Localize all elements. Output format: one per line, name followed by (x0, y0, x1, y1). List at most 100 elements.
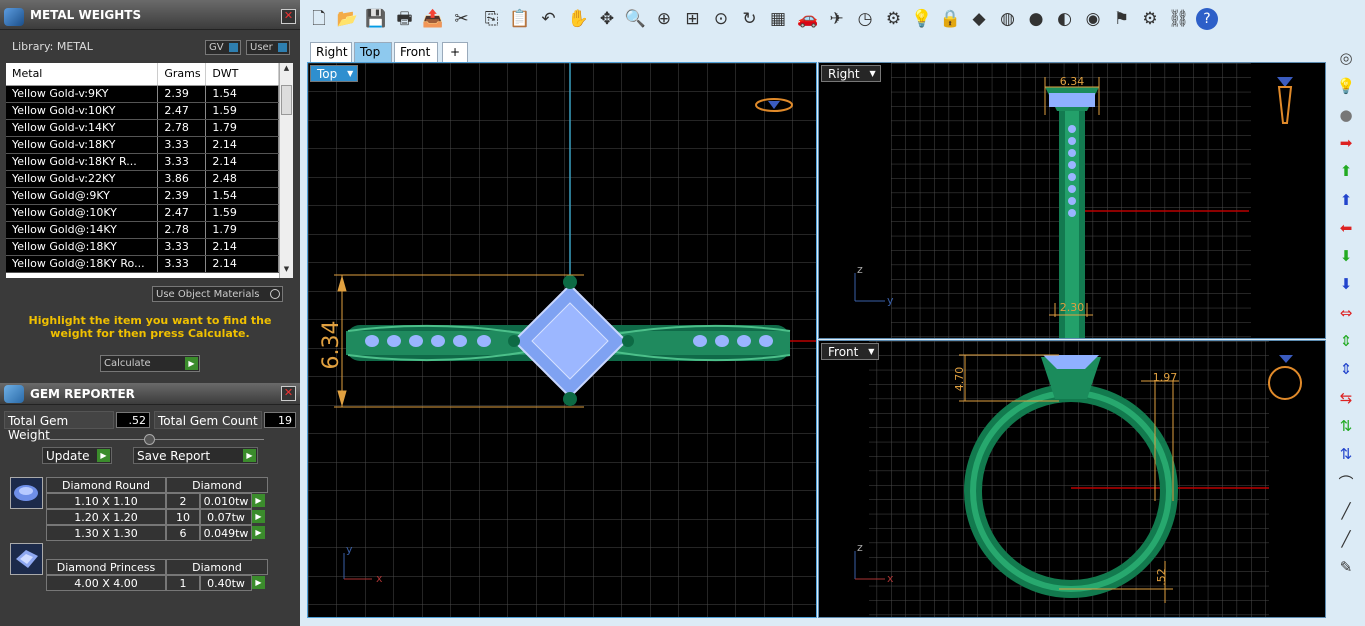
table-row[interactable]: Yellow Gold-v:18KY R... 3.33 2.14 (6, 153, 279, 171)
save-report-button[interactable]: Save Report ▶ (133, 447, 258, 464)
arrow-down-blue-icon[interactable]: ⬇ (1336, 274, 1356, 294)
tab-front[interactable]: Front (394, 42, 438, 62)
gv-toggle[interactable]: GV (205, 40, 241, 55)
gem-row[interactable]: 4.00 X 4.00 1 0.40tw ▶ (46, 575, 286, 591)
paste-icon[interactable]: 📋 (509, 8, 531, 30)
arrow-left-right-icon[interactable]: ⇔ (1336, 303, 1356, 323)
calculate-button[interactable]: Calculate ▶ (100, 355, 200, 372)
column-header-metal[interactable]: Metal (6, 63, 159, 86)
scroll-down-icon[interactable]: ▼ (281, 265, 292, 277)
play-icon[interactable]: ▶ (252, 494, 265, 507)
table-row[interactable]: Yellow Gold@:18KY Ro... 3.33 2.14 (6, 255, 279, 273)
chevron-down-icon[interactable]: ▼ (868, 69, 878, 79)
table-row[interactable]: Yellow Gold-v:18KY 3.33 2.14 (6, 136, 279, 154)
copy-icon[interactable]: ⎘ (481, 8, 503, 30)
zoom-selected-icon[interactable]: ⊙ (710, 8, 732, 30)
scroll-thumb[interactable] (281, 85, 292, 115)
car-icon[interactable]: 🚗 (797, 8, 819, 30)
rotate-view-icon[interactable]: ✥ (596, 8, 618, 30)
tab-right[interactable]: Right (310, 42, 352, 62)
lightbulb-icon[interactable]: 💡 (1336, 76, 1356, 96)
print-icon[interactable]: 🖶 (394, 8, 416, 30)
clock-icon[interactable]: ◷ (854, 8, 876, 30)
splitter-handle[interactable] (144, 434, 155, 445)
play-icon[interactable]: ▶ (252, 510, 265, 523)
viewport-right-label[interactable]: Right ▼ (821, 65, 881, 82)
help-icon[interactable]: ? (1196, 8, 1218, 30)
gem-row[interactable]: 1.30 X 1.30 6 0.049tw ▶ (46, 525, 286, 541)
update-button[interactable]: Update ▶ (42, 447, 112, 464)
segment-tool-icon[interactable]: ╱ (1336, 529, 1356, 549)
four-viewports-icon[interactable]: ▦ (767, 8, 789, 30)
open-icon[interactable]: 📂 (337, 8, 359, 30)
sphere-metal-icon[interactable]: ◐ (1054, 8, 1076, 30)
tab-top[interactable]: Top (354, 42, 392, 62)
sphere-icon[interactable]: ● (1336, 105, 1356, 125)
undo-icon[interactable]: ↶ (538, 8, 560, 30)
table-row[interactable]: Yellow Gold@:9KY 2.39 1.54 (6, 187, 279, 205)
zoom-window-icon[interactable]: ⊕ (653, 8, 675, 30)
arrow-down-icon[interactable]: ⬇ (1336, 246, 1356, 266)
sphere-shaded-icon[interactable]: ● (1025, 8, 1047, 30)
arrow-left-icon[interactable]: ⬅ (1336, 218, 1356, 238)
viewport-front[interactable]: Front ▼ 4.70 1.97 .52 z x (818, 340, 1326, 618)
plane-icon[interactable]: ✈ (826, 8, 848, 30)
sphere-blue-icon[interactable]: ◉ (1082, 8, 1104, 30)
play-icon[interactable]: ▶ (252, 526, 265, 539)
viewport-top-label[interactable]: Top ▼ (310, 65, 359, 82)
close-icon[interactable]: ✕ (281, 9, 296, 24)
new-icon[interactable]: 🗋 (308, 8, 330, 30)
table-row[interactable]: Yellow Gold-v:22KY 3.86 2.48 (6, 170, 279, 188)
scroll-up-icon[interactable]: ▲ (281, 64, 292, 76)
arrow-right-icon[interactable]: ➡ (1336, 133, 1356, 153)
table-row[interactable]: Yellow Gold-v:14KY 2.78 1.79 (6, 119, 279, 137)
table-row[interactable]: Yellow Gold@:10KY 2.47 1.59 (6, 204, 279, 222)
zoom-icon[interactable]: 🔍 (625, 8, 647, 30)
table-row[interactable]: Yellow Gold@:14KY 2.78 1.79 (6, 221, 279, 239)
tab-add[interactable]: + (442, 42, 468, 62)
line-tool-icon[interactable]: ╱ (1336, 501, 1356, 521)
lock-icon[interactable]: 🔒 (940, 8, 962, 30)
gem-row[interactable]: 1.20 X 1.20 10 0.07tw ▶ (46, 509, 286, 525)
eraser-icon[interactable]: ✎ (1336, 557, 1356, 577)
table-row[interactable]: Yellow Gold-v:10KY 2.47 1.59 (6, 102, 279, 120)
column-header-dwt[interactable]: DWT (205, 63, 279, 86)
curve-tool-icon[interactable]: ⌒ (1336, 473, 1356, 493)
color-wheel-icon[interactable]: ◍ (997, 8, 1019, 30)
network-icon[interactable]: ⛓ (1168, 8, 1190, 30)
table-row[interactable]: Yellow Gold-v:9KY 2.39 1.54 (6, 85, 279, 103)
arrows-vertical-in-icon[interactable]: ⇅ (1336, 416, 1356, 436)
zoom-dynamic-icon[interactable]: ↻ (739, 8, 761, 30)
metal-table-scrollbar[interactable]: ▲ ▼ (279, 63, 293, 278)
zoom-extents-icon[interactable]: ⊞ (682, 8, 704, 30)
chevron-down-icon[interactable]: ▼ (866, 347, 876, 357)
viewport-front-label[interactable]: Front ▼ (821, 343, 880, 360)
table-row[interactable]: Yellow Gold@:18KY 3.33 2.14 (6, 238, 279, 256)
orbit-icon[interactable]: ◎ (1336, 48, 1356, 68)
arrows-blue-in-icon[interactable]: ⇅ (1336, 444, 1356, 464)
arrow-up-down-blue-icon[interactable]: ⇕ (1336, 359, 1356, 379)
flag-icon[interactable]: ⚑ (1111, 8, 1133, 30)
viewport-right[interactable]: Right ▼ 6.34 2.30 z y (818, 62, 1326, 339)
save-icon[interactable]: 💾 (365, 8, 387, 30)
play-icon[interactable]: ▶ (252, 576, 265, 589)
export-icon[interactable]: 📤 (422, 8, 444, 30)
column-header-grams[interactable]: Grams (157, 63, 207, 86)
gem-row[interactable]: 1.10 X 1.10 2 0.010tw ▶ (46, 493, 286, 509)
arrows-in-icon[interactable]: ⇆ (1336, 388, 1356, 408)
close-icon[interactable]: ✕ (281, 386, 296, 401)
chevron-down-icon[interactable]: ▼ (345, 69, 355, 79)
render-icon[interactable]: ◆ (968, 8, 990, 30)
metal-weights-title-bar[interactable]: METAL WEIGHTS ✕ (0, 0, 300, 30)
pan-hand-icon[interactable]: ✋ (568, 8, 590, 30)
snap-icon[interactable]: ⚙ (883, 8, 905, 30)
user-toggle[interactable]: User (246, 40, 290, 55)
viewport-top[interactable]: Top ▼ 6.34 y x (307, 62, 817, 618)
cut-icon[interactable]: ✂ (451, 8, 473, 30)
lightbulb-icon[interactable]: 💡 (911, 8, 933, 30)
arrow-up-down-icon[interactable]: ⇕ (1336, 331, 1356, 351)
arrow-up-icon[interactable]: ⬆ (1336, 161, 1356, 181)
arrow-up-blue-icon[interactable]: ⬆ (1336, 190, 1356, 210)
gear-icon[interactable]: ⚙ (1139, 8, 1161, 30)
use-object-materials-checkbox[interactable]: Use Object Materials (152, 286, 283, 302)
